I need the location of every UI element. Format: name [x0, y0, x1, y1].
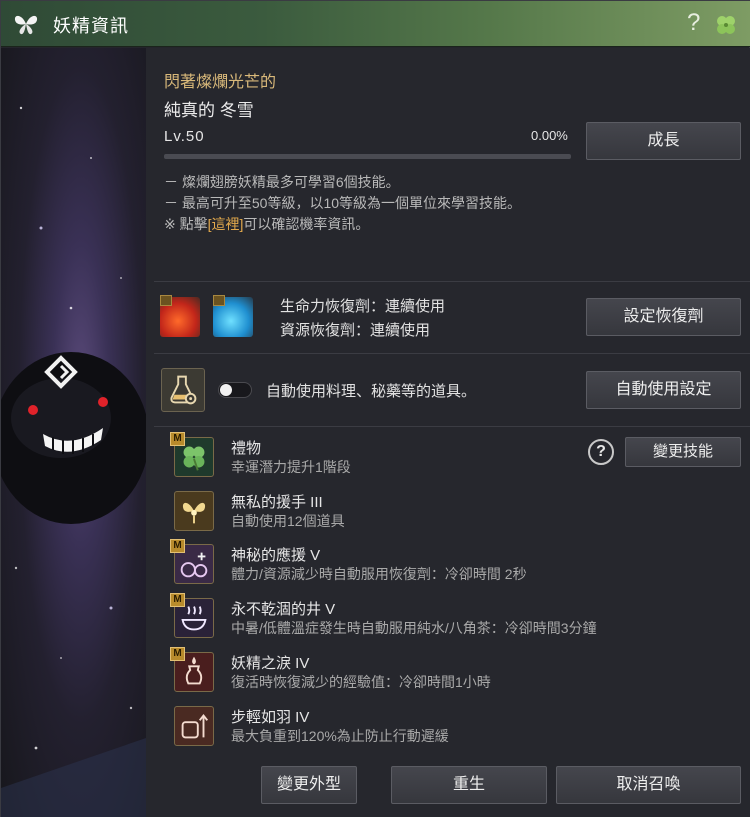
title-bar[interactable]: 妖精資訊 ? — [1, 1, 750, 47]
note-level-cap: － 最高可升至50等級，以10等級為一個單位來學習技能。 — [164, 195, 522, 211]
help-icon[interactable]: ? — [687, 9, 700, 37]
clover-icon[interactable] — [714, 13, 738, 37]
auto-use-settings-button[interactable]: 自動使用設定 — [586, 371, 741, 409]
dismiss-button[interactable]: 取消召喚 — [556, 766, 741, 804]
mp-potion-setting: 資源恢復劑：連續使用 — [280, 322, 431, 339]
change-appearance-button[interactable]: 變更外型 — [261, 766, 357, 804]
fairy-info-window: 妖精資訊 ? 閃著燦爛光芒的 純真的 冬雪 Lv.50 0.00% 成長 － 燦… — [0, 0, 750, 817]
set-recovery-button[interactable]: 設定恢復劑 — [586, 298, 741, 336]
crown-mark-icon — [160, 295, 172, 306]
note-probability: ※ 點擊[這裡]可以確認機率資訊。 — [164, 214, 521, 235]
fairy-icon — [174, 491, 214, 531]
auto-use-icon — [161, 368, 205, 412]
toggle-knob — [220, 384, 232, 396]
change-skill-button[interactable]: 變更技能 — [625, 437, 741, 467]
skill-description: 中暑/低體溫症發生時自動服用純水/八角茶：冷卻時間3分鐘 — [231, 620, 597, 636]
skill-item[interactable]: 無私的援手 III 自動使用12個道具 — [174, 491, 594, 541]
mp-potion-icon[interactable] — [213, 295, 253, 337]
skill-name: 禮物 — [231, 440, 262, 457]
skill-description: 自動使用12個道具 — [231, 513, 345, 529]
master-badge: M — [170, 539, 185, 553]
skill-description: 復活時恢復減少的經驗值：冷卻時間1小時 — [231, 674, 491, 690]
note-probability-suffix: 可以確認機率資訊。 — [243, 216, 370, 232]
skill-item[interactable]: 步輕如羽 IV 最大負重到120%為止防止行動遲緩 — [174, 706, 594, 756]
note-probability-prefix: ※ 點擊 — [164, 216, 208, 232]
auto-use-toggle[interactable] — [218, 382, 252, 398]
fairy-name: 純真的 冬雪 — [164, 101, 254, 120]
hp-potion-icon[interactable] — [160, 295, 200, 337]
fairy-creature-image — [1, 352, 146, 524]
skill-name: 永不乾涸的井 V — [231, 601, 336, 618]
master-badge: M — [170, 593, 185, 607]
master-badge: M — [170, 432, 185, 446]
section-divider — [154, 281, 750, 282]
weight-up-icon — [174, 706, 214, 746]
info-panel: 閃著燦爛光芒的 純真的 冬雪 Lv.50 0.00% 成長 － 燦爛翅膀妖精最多… — [146, 48, 750, 817]
xp-percent: 0.00% — [531, 128, 568, 143]
skill-item[interactable]: M 神秘的應援 V 體力/資源減少時自動服用恢復劑：冷卻時間 2秒 — [170, 539, 594, 594]
flask-gear-icon — [170, 375, 197, 405]
skill-item[interactable]: M 禮物 幸運潛力提升1階段 — [170, 432, 594, 487]
hp-potion-setting: 生命力恢復劑：連續使用 — [280, 298, 446, 315]
fairy-portrait — [1, 48, 146, 817]
fairy-title-prefix: 閃著燦爛光芒的 — [164, 74, 277, 91]
skill-item[interactable]: M 妖精之淚 IV 復活時恢復減少的經驗值：冷卻時間1小時 — [170, 647, 594, 702]
skill-description: 體力/資源減少時自動服用恢復劑：冷卻時間 2秒 — [231, 566, 527, 582]
skill-name: 無私的援手 III — [231, 494, 323, 511]
window-title: 妖精資訊 — [53, 16, 129, 36]
master-badge: M — [170, 647, 185, 661]
auto-use-label: 自動使用料理、秘藥等的道具。 — [266, 383, 477, 400]
skill-name: 神秘的應援 V — [231, 547, 321, 564]
probability-link[interactable]: [這裡] — [208, 216, 244, 232]
section-divider — [154, 353, 750, 354]
section-divider — [154, 426, 750, 427]
rebirth-button[interactable]: 重生 — [391, 766, 547, 804]
skill-item[interactable]: M 永不乾涸的井 V 中暑/低體溫症發生時自動服用純水/八角茶：冷卻時間3分鐘 — [170, 593, 597, 648]
fairy-level: Lv.50 — [164, 128, 205, 145]
skill-name: 妖精之淚 IV — [231, 655, 310, 672]
grow-button[interactable]: 成長 — [586, 122, 741, 160]
skill-description: 幸運潛力提升1階段 — [231, 459, 351, 475]
fairy-notes: － 燦爛翅膀妖精最多可學習6個技能。 － 最高可升至50等級，以10等級為一個單… — [164, 172, 521, 235]
skill-name: 步輕如羽 IV — [231, 709, 310, 726]
crown-mark-icon — [213, 295, 225, 306]
xp-progress-bar — [164, 154, 571, 159]
note-max-skills: － 燦爛翅膀妖精最多可學習6個技能。 — [164, 174, 400, 190]
skill-description: 最大負重到120%為止防止行動遲緩 — [231, 728, 449, 744]
butterfly-icon — [14, 15, 38, 35]
